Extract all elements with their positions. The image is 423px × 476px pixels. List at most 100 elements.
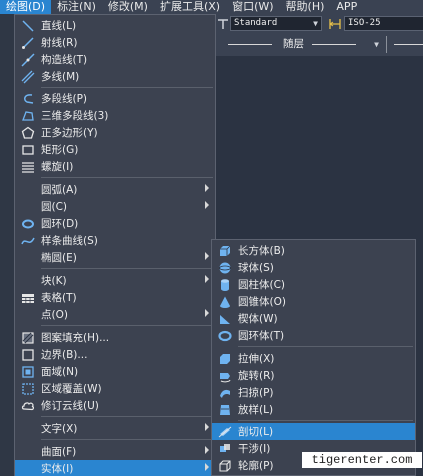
menu-dimension[interactable]: 标注(N) bbox=[51, 0, 102, 14]
menu-extension-tools[interactable]: 扩展工具(X) bbox=[154, 0, 226, 14]
menu-item-hatch[interactable]: 图案填充(H)... bbox=[15, 329, 215, 346]
menu-item-label: 射线(R) bbox=[41, 37, 78, 49]
menu-item-text[interactable]: 文字(X) bbox=[15, 420, 215, 437]
polyline-icon bbox=[23, 93, 34, 104]
submenu-item-label: 剖切(L) bbox=[238, 426, 274, 438]
menu-item-arc[interactable]: 圆弧(A) bbox=[15, 181, 215, 198]
submenu-arrow-icon bbox=[205, 184, 209, 192]
dim-style-select[interactable]: ISO-25 bbox=[344, 16, 423, 31]
menu-bar: 绘图(D) 标注(N) 修改(M) 扩展工具(X) 窗口(W) 帮助(H) AP… bbox=[0, 0, 423, 14]
submenu-arrow-icon bbox=[205, 423, 209, 431]
menu-item-label: 椭圆(E) bbox=[41, 252, 77, 264]
menu-item-label: 圆弧(A) bbox=[41, 184, 78, 196]
submenu-item-wedge[interactable]: 楔体(W) bbox=[212, 310, 415, 327]
menu-window[interactable]: 窗口(W) bbox=[226, 0, 279, 14]
rectangle-icon bbox=[22, 144, 34, 155]
submenu-item-label: 轮廓(P) bbox=[238, 460, 274, 472]
interfere-icon bbox=[220, 443, 230, 452]
menu-item-boundary[interactable]: 边界(B)... bbox=[15, 346, 215, 363]
menu-item-line[interactable]: 直线(L) bbox=[15, 17, 215, 34]
dim-style-icon[interactable] bbox=[328, 17, 342, 31]
menu-item-label: 正多边形(Y) bbox=[41, 127, 98, 139]
watermark: tigerenter.com bbox=[302, 452, 422, 468]
submenu-item-loft[interactable]: 放样(L) bbox=[212, 401, 415, 418]
submenu-separator bbox=[238, 346, 413, 347]
revcloud-icon bbox=[21, 401, 34, 410]
menu-app[interactable]: APP bbox=[330, 0, 363, 14]
text-style-icon[interactable] bbox=[216, 17, 230, 31]
polygon-icon bbox=[21, 126, 35, 139]
menu-item-mline[interactable]: 多线(M) bbox=[15, 68, 215, 85]
dim-style-value: ISO-25 bbox=[348, 18, 381, 28]
menu-item-label: 直线(L) bbox=[41, 20, 77, 32]
chevron-down-icon: ▼ bbox=[374, 40, 379, 49]
submenu-item-label: 干涉(I) bbox=[238, 443, 271, 455]
menu-item-wipeout[interactable]: 区域覆盖(W) bbox=[15, 380, 215, 397]
menu-separator bbox=[41, 268, 213, 269]
menu-item-point[interactable]: 点(O) bbox=[15, 306, 215, 323]
submenu-item-slice[interactable]: 剖切(L) bbox=[212, 423, 415, 440]
submenu-item-cylinder[interactable]: 圆柱体(C) bbox=[212, 276, 415, 293]
ray-icon bbox=[22, 36, 34, 49]
menu-item-label: 多线(M) bbox=[41, 71, 80, 83]
menu-item-label: 图案填充(H)... bbox=[41, 332, 110, 344]
profile-icon bbox=[219, 459, 231, 472]
lineweight-preview bbox=[394, 44, 423, 45]
menu-item-label: 圆环(D) bbox=[41, 218, 79, 230]
menu-item-label: 面域(N) bbox=[41, 366, 79, 378]
text-style-select[interactable]: Standard ▼ bbox=[230, 16, 322, 31]
menu-item-surface[interactable]: 曲面(F) bbox=[15, 443, 215, 460]
menu-separator bbox=[41, 325, 213, 326]
menu-item-label: 文字(X) bbox=[41, 423, 78, 435]
submenu-item-cone[interactable]: 圆锥体(O) bbox=[212, 293, 415, 310]
menu-draw[interactable]: 绘图(D) bbox=[0, 0, 52, 14]
submenu-item-torus[interactable]: 圆环体(T) bbox=[212, 327, 415, 344]
menu-item-block[interactable]: 块(K) bbox=[15, 272, 215, 289]
hatch-icon bbox=[22, 331, 34, 344]
menu-item-polygon[interactable]: 正多边形(Y) bbox=[15, 124, 215, 141]
menu-item-table[interactable]: 表格(T) bbox=[15, 289, 215, 306]
draw-menu: 直线(L) 射线(R) 构造线(T) 多线(M) 多段线(P) 三维多段线(3)… bbox=[14, 14, 216, 476]
submenu-item-label: 圆锥体(O) bbox=[238, 296, 286, 308]
submenu-item-extrude[interactable]: 拉伸(X) bbox=[212, 350, 415, 367]
submenu-arrow-icon bbox=[205, 275, 209, 283]
toolbar-divider bbox=[386, 36, 387, 53]
solid-submenu: 长方体(B) 球体(S) 圆柱体(C) 圆锥体(O) 楔体(W) 圆环体(T) … bbox=[211, 239, 416, 476]
menu-item-helix[interactable]: 螺旋(I) bbox=[15, 158, 215, 175]
linetype-preview-left bbox=[228, 44, 272, 45]
menu-item-xline[interactable]: 构造线(T) bbox=[15, 51, 215, 68]
submenu-item-box[interactable]: 长方体(B) bbox=[212, 242, 415, 259]
menu-item-donut[interactable]: 圆环(D) bbox=[15, 215, 215, 232]
submenu-separator bbox=[238, 420, 413, 421]
torus-icon bbox=[218, 330, 232, 341]
menu-item-region[interactable]: 面域(N) bbox=[15, 363, 215, 380]
submenu-item-label: 圆环体(T) bbox=[238, 330, 285, 342]
submenu-item-label: 扫掠(P) bbox=[238, 387, 274, 399]
submenu-item-revolve[interactable]: 旋转(R) bbox=[212, 367, 415, 384]
menu-separator bbox=[41, 416, 213, 417]
sweep-icon bbox=[220, 389, 230, 398]
menu-item-label: 实体(I) bbox=[41, 463, 74, 475]
menu-item-ray[interactable]: 射线(R) bbox=[15, 34, 215, 51]
menu-modify[interactable]: 修改(M) bbox=[102, 0, 154, 14]
menu-item-spline[interactable]: 样条曲线(S) bbox=[15, 232, 215, 249]
menu-item-polyline[interactable]: 多段线(P) bbox=[15, 90, 215, 107]
linetype-value: 随层 bbox=[283, 38, 304, 50]
helix-icon bbox=[22, 161, 34, 173]
menu-item-solid[interactable]: 实体(I) bbox=[15, 460, 215, 476]
menu-item-rectangle[interactable]: 矩形(G) bbox=[15, 141, 215, 158]
box-icon bbox=[220, 245, 231, 256]
menu-item-label: 区域覆盖(W) bbox=[41, 383, 102, 395]
submenu-item-sphere[interactable]: 球体(S) bbox=[212, 259, 415, 276]
submenu-item-label: 放样(L) bbox=[238, 404, 274, 416]
menu-item-3dpolyline[interactable]: 三维多段线(3) bbox=[15, 107, 215, 124]
menu-item-ellipse[interactable]: 椭圆(E) bbox=[15, 249, 215, 266]
menu-item-circle[interactable]: 圆(C) bbox=[15, 198, 215, 215]
menu-item-label: 螺旋(I) bbox=[41, 161, 74, 173]
chevron-down-icon: ▼ bbox=[313, 19, 318, 28]
submenu-item-sweep[interactable]: 扫掠(P) bbox=[212, 384, 415, 401]
revolve-icon bbox=[220, 372, 231, 382]
menu-item-revcloud[interactable]: 修订云线(U) bbox=[15, 397, 215, 414]
loft-icon bbox=[220, 404, 230, 415]
menu-help[interactable]: 帮助(H) bbox=[280, 0, 331, 14]
